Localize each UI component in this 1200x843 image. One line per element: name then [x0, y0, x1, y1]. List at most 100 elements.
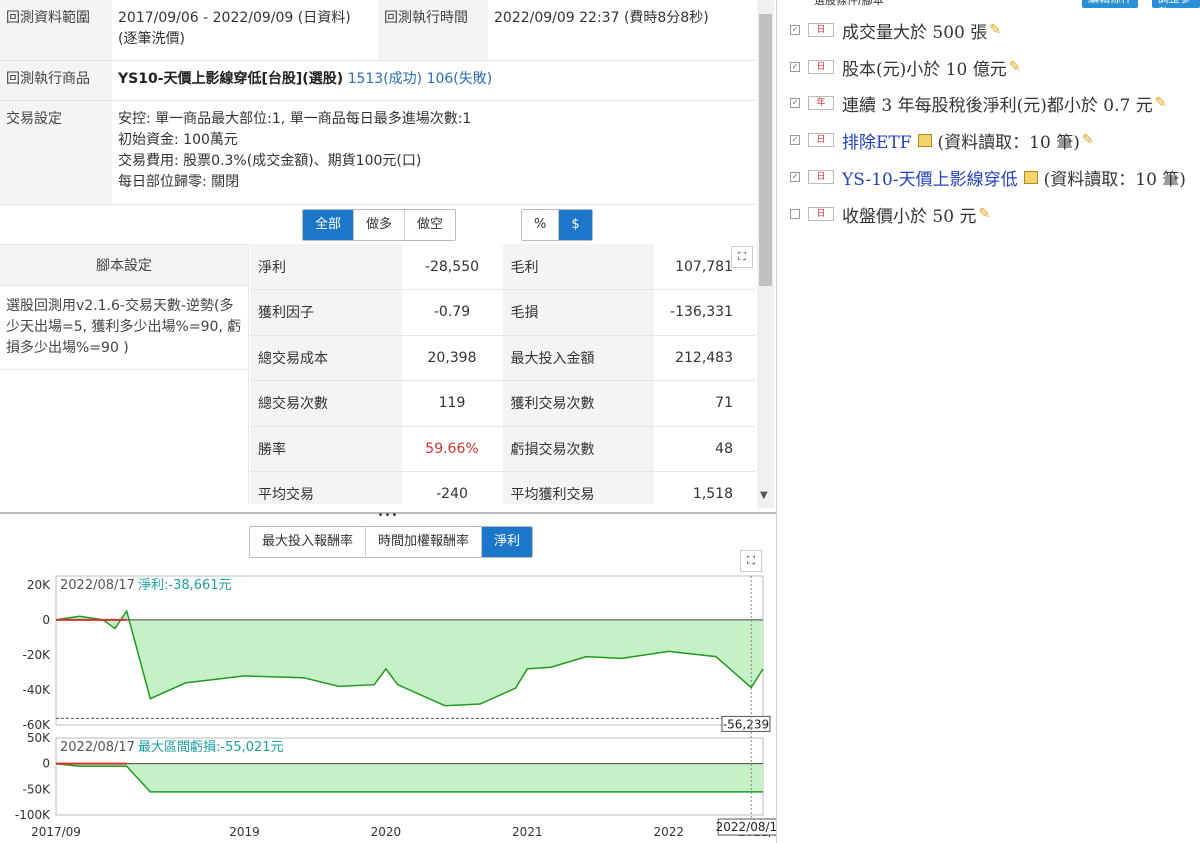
area-fill	[56, 763, 763, 792]
x-tick-label: 2022	[653, 825, 684, 839]
stats-row: 總交易成本 20,398 最大投入金額 212,483	[250, 335, 755, 381]
edit-pencil-icon[interactable]: ✎	[989, 22, 1001, 38]
stat-value: 59.66%	[401, 426, 503, 472]
stats-row: 總交易次數 119 獲利交易次數 71	[250, 380, 755, 427]
condition-checkbox[interactable]: ✓	[790, 135, 800, 145]
range-value-sub: (逐筆洗價)	[118, 31, 185, 47]
tab-short[interactable]: 做空	[405, 210, 456, 240]
stat-value: -28,550	[401, 244, 503, 290]
pane-divider[interactable]	[776, 0, 786, 843]
trade-line: 每日部位歸零: 關閉	[118, 173, 240, 190]
condition-item[interactable]: ✓ 日成交量大於 500 張 ✎	[790, 20, 1001, 43]
condition-checkbox[interactable]: ✓	[790, 172, 800, 182]
condition-item[interactable]: ✓ 日排除ETF (資料讀取：10 筆) ✎	[790, 128, 1094, 153]
scroll-down-icon[interactable]: ▼	[760, 490, 768, 501]
backtest-report-pane: 回測資料範圍 2017/09/06 - 2022/09/09 (日資料) (逐筆…	[0, 0, 776, 843]
stats-row: 勝率 59.66% 虧損交易次數 48	[250, 426, 755, 472]
y-tick-label: -60K	[23, 718, 52, 732]
tab-dollar[interactable]: $	[559, 210, 592, 240]
condition-text: 收盤價小於 50 元	[842, 206, 977, 227]
condition-period-tag: 日	[808, 60, 834, 74]
conditions-header: 選股條件/腳本 編輯條件 調整參數	[786, 0, 1200, 8]
stat-label: 毛損	[502, 289, 654, 336]
y-tick-label: -20K	[23, 648, 52, 662]
product-fail-link[interactable]: 106(失敗)	[427, 71, 493, 87]
pane-splitter[interactable]: •••	[0, 511, 776, 521]
edit-conditions-button[interactable]: 編輯條件	[1082, 0, 1138, 8]
condition-period-tag: 日	[808, 133, 834, 147]
range-value-text: 2017/09/06 - 2022/09/09 (日資料)	[118, 10, 351, 26]
tab-long[interactable]: 做多	[354, 210, 406, 240]
y-tick-label: 50K	[27, 731, 51, 745]
condition-text[interactable]: 排除ETF	[842, 128, 912, 153]
stat-value: 212,483	[654, 335, 755, 381]
product-value: YS10-天價上影線穿低[台股](選股) 1513(成功) 106(失敗)	[112, 60, 756, 101]
data-sheet-icon[interactable]	[1023, 170, 1038, 184]
product-label: 回測執行商品	[0, 60, 112, 101]
chart-expand-icon[interactable]: ⛶	[740, 550, 762, 572]
tab-percent[interactable]: %	[522, 210, 560, 240]
trade-line: 安控: 單一商品最大部位:1, 單一商品每日最多進場次數:1	[118, 110, 472, 127]
condition-period-tag: 年	[808, 96, 834, 110]
tab-net-profit[interactable]: 淨利	[482, 527, 533, 557]
y-tick-label: 0	[42, 757, 50, 771]
exec-time-value: 2022/09/09 22:37 (費時8分8秒)	[488, 0, 756, 61]
trade-line: 交易費用: 股票0.3%(成交金額)、期貨100元(口)	[118, 152, 422, 169]
tab-max-invest-return[interactable]: 最大投入報酬率	[250, 527, 367, 557]
x-tick-label: 2020	[371, 825, 402, 839]
backtest-info-table: 回測資料範圍 2017/09/06 - 2022/09/09 (日資料) (逐筆…	[0, 0, 756, 205]
stat-value: 1,518	[654, 471, 755, 504]
condition-checkbox[interactable]: ✓	[790, 98, 800, 108]
equity-chart[interactable]: 20K0-20K-40K-60K2022/08/17 淨利:-38,661元-56…	[0, 570, 776, 843]
unit-toggle: % $	[521, 209, 593, 241]
stat-label: 總交易次數	[250, 380, 402, 427]
condition-item[interactable]: ✓ 日股本(元)小於 10 億元 ✎	[790, 57, 1021, 80]
condition-checkbox[interactable]: ✓	[790, 25, 800, 35]
edit-pencil-icon[interactable]: ✎	[1155, 95, 1167, 111]
stat-value: 48	[654, 426, 755, 472]
expand-icon[interactable]: ⛶	[731, 246, 753, 268]
tab-all[interactable]: 全部	[303, 210, 355, 240]
stats-row: 平均交易 -240 平均獲利交易 1,518	[250, 471, 755, 504]
edit-pencil-icon[interactable]: ✎	[978, 206, 990, 222]
condition-checkbox[interactable]: ✓	[790, 62, 800, 72]
edit-pencil-icon[interactable]: ✎	[1009, 59, 1021, 75]
cursor-date-label: 2022/08/17	[716, 820, 776, 834]
condition-text[interactable]: YS-10-天價上影線穿低	[842, 165, 1018, 190]
tab-time-weighted-return[interactable]: 時間加權報酬率	[366, 527, 483, 557]
vertical-scrollbar[interactable]: ▼	[757, 0, 774, 508]
edit-pencil-icon[interactable]: ✎	[1082, 132, 1094, 148]
stat-value: 119	[401, 380, 503, 427]
condition-item[interactable]: 日收盤價小於 50 元 ✎	[790, 204, 990, 227]
condition-item[interactable]: ✓ 日 YS-10-天價上影線穿低 (資料讀取：10 筆)	[790, 165, 1186, 190]
scrollbar-thumb[interactable]	[759, 14, 772, 286]
min-label: -56,239	[723, 717, 769, 731]
condition-text: 連續 3 年每股稅後淨利(元)都小於 0.7 元	[842, 95, 1153, 116]
stat-label: 勝率	[250, 426, 402, 472]
app-root: 回測資料範圍 2017/09/06 - 2022/09/09 (日資料) (逐筆…	[0, 0, 1200, 843]
script-header: 腳本設定	[0, 244, 248, 286]
stat-label: 毛利	[502, 244, 654, 290]
adjust-params-button[interactable]: 調整參數	[1152, 0, 1200, 8]
stat-label: 淨利	[250, 244, 402, 290]
stat-value: 71	[654, 380, 755, 427]
trade-label: 交易設定	[0, 100, 112, 205]
condition-period-tag: 日	[808, 170, 834, 184]
y-tick-label: -40K	[23, 683, 52, 697]
chart-date-label: 2022/08/17	[60, 740, 135, 755]
conditions-title: 選股條件/腳本	[814, 0, 884, 7]
condition-checkbox[interactable]	[790, 209, 800, 219]
script-settings: 腳本設定 選股回測用v2.1.6-交易天數-逆勢(多少天出場=5, 獲利多少出場…	[0, 244, 249, 504]
stat-label: 獲利交易次數	[502, 380, 654, 427]
x-tick-label: 2021	[512, 825, 543, 839]
product-success-link[interactable]: 1513(成功)	[348, 71, 423, 87]
data-sheet-icon[interactable]	[917, 133, 932, 147]
chart-date-label: 2022/08/17	[60, 578, 135, 593]
stats-table: 淨利 -28,550 毛利 107,781 獲利因子 -0.79 毛損 -136,331 總交易…	[250, 244, 755, 504]
condition-item[interactable]: ✓ 年連續 3 年每股稅後淨利(元)都小於 0.7 元 ✎	[790, 93, 1167, 116]
y-tick-label: 0	[42, 613, 50, 627]
chart-legend: 最大區間虧損:-55,021元	[138, 739, 284, 755]
stat-value: -240	[401, 471, 503, 504]
stat-label: 平均獲利交易	[502, 471, 654, 504]
y-tick-label: -100K	[15, 808, 51, 822]
